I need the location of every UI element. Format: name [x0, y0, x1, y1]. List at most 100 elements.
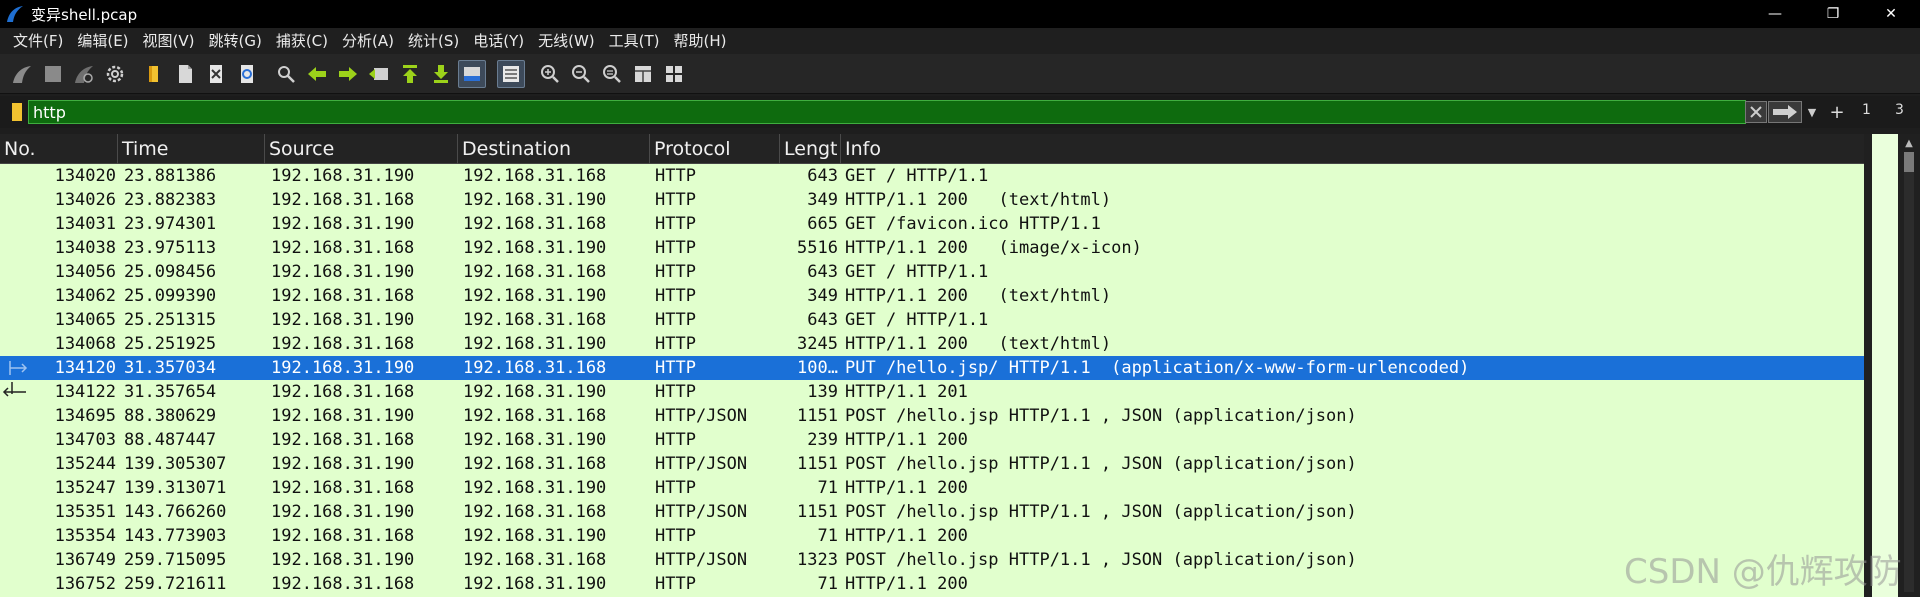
recent-filters-dropdown[interactable]: ▼	[1803, 101, 1821, 123]
restart-capture-button[interactable]	[70, 60, 98, 88]
minimize-button[interactable]: —	[1746, 0, 1804, 28]
menu-view[interactable]: 视图(V)	[136, 28, 202, 54]
zoom-in-button[interactable]	[536, 60, 564, 88]
menu-tools[interactable]: 工具(T)	[602, 28, 667, 54]
packet-row[interactable]: 134026 23.882383 192.168.31.168 192.168.…	[0, 188, 1864, 212]
packet-row[interactable]: 134031 23.974301 192.168.31.190 192.168.…	[0, 212, 1864, 236]
packet-list-scrollbar[interactable]: ▲	[1864, 134, 1920, 597]
cell-length: 139	[807, 382, 838, 402]
packet-row[interactable]: 135351 143.766260 192.168.31.190 192.168…	[0, 500, 1864, 524]
packet-row[interactable]: 135244 139.305307 192.168.31.190 192.168…	[0, 452, 1864, 476]
cell-time: 88.380629	[124, 406, 217, 426]
start-capture-button[interactable]	[8, 60, 36, 88]
bookmark-icon	[12, 103, 22, 121]
capture-options-button[interactable]	[101, 60, 129, 88]
packet-row[interactable]: 136752 259.721611 192.168.31.168 192.168…	[0, 572, 1864, 596]
packet-row-selected[interactable]: 134120 31.357034 192.168.31.190 192.168.…	[0, 356, 1864, 380]
add-filter-button-icon[interactable]: +	[1826, 99, 1848, 125]
resize-columns-button[interactable]	[629, 60, 657, 88]
go-back-button[interactable]	[303, 60, 331, 88]
clear-filter-button[interactable]	[1745, 101, 1767, 123]
zoom-out-button[interactable]	[567, 60, 595, 88]
cell-info: HTTP/1.1 200 (image/x-icon)	[845, 238, 1142, 258]
resize-columns-icon	[635, 65, 651, 82]
zoom-reset-button[interactable]	[598, 60, 626, 88]
cell-length: 5516	[797, 238, 838, 258]
packet-row[interactable]: 134065 25.251315 192.168.31.190 192.168.…	[0, 308, 1864, 332]
cell-destination: 192.168.31.168	[463, 214, 607, 234]
reload-file-button[interactable]	[233, 60, 261, 88]
column-header-protocol[interactable]: Protocol	[650, 134, 780, 164]
column-header-no[interactable]: No.	[0, 134, 118, 164]
filter-bookmark-button[interactable]	[6, 100, 28, 124]
packet-row[interactable]: 134020 23.881386 192.168.31.190 192.168.…	[0, 164, 1864, 188]
cell-protocol: HTTP	[655, 262, 696, 282]
menu-statistics[interactable]: 统计(S)	[401, 28, 466, 54]
cell-time: 143.766260	[124, 502, 227, 522]
cell-protocol: HTTP	[655, 310, 696, 330]
cell-no: 134120	[54, 358, 116, 378]
column-header-source[interactable]: Source	[265, 134, 458, 164]
menu-capture[interactable]: 捕获(C)	[269, 28, 335, 54]
search-icon	[278, 65, 295, 83]
menu-wireless[interactable]: 无线(W)	[531, 28, 602, 54]
column-header-length[interactable]: Lengt	[780, 134, 841, 164]
menu-analyze[interactable]: 分析(A)	[335, 28, 401, 54]
chevron-down-icon: ▼	[1807, 105, 1817, 119]
cell-protocol: HTTP	[655, 574, 696, 594]
packet-row[interactable]: 136749 259.715095 192.168.31.190 192.168…	[0, 548, 1864, 572]
cell-length: 665	[807, 214, 838, 234]
close-button[interactable]: ✕	[1862, 0, 1920, 28]
menu-help[interactable]: 帮助(H)	[667, 28, 734, 54]
go-last-packet-button[interactable]	[427, 60, 455, 88]
maximize-button[interactable]: ❐	[1804, 0, 1862, 28]
packet-row[interactable]: 134695 88.380629 192.168.31.190 192.168.…	[0, 404, 1864, 428]
packet-row[interactable]: 135247 139.313071 192.168.31.168 192.168…	[0, 476, 1864, 500]
scroll-up-icon[interactable]: ▲	[1901, 136, 1917, 150]
find-packet-button[interactable]	[272, 60, 300, 88]
apply-filter-button[interactable]	[1768, 101, 1802, 123]
go-to-packet-icon	[369, 67, 388, 80]
filter-button-1[interactable]: 1	[1862, 102, 1871, 118]
display-filter-input[interactable]	[28, 100, 1746, 124]
menu-telephony[interactable]: 电话(Y)	[466, 28, 531, 54]
packet-row[interactable]: 134122 31.357654 192.168.31.168 192.168.…	[0, 380, 1864, 404]
packet-row[interactable]: 134703 88.487447 192.168.31.168 192.168.…	[0, 428, 1864, 452]
packet-row[interactable]: 134062 25.099390 192.168.31.168 192.168.…	[0, 284, 1864, 308]
close-file-button[interactable]	[202, 60, 230, 88]
cell-time: 25.099390	[124, 286, 217, 306]
save-file-button[interactable]	[171, 60, 199, 88]
cell-no: 134031	[54, 214, 116, 234]
column-header-destination[interactable]: Destination	[458, 134, 650, 164]
shark-fin-icon	[13, 65, 31, 83]
cell-info: HTTP/1.1 200 (text/html)	[845, 334, 1112, 354]
filter-button-3[interactable]: 3	[1895, 102, 1904, 118]
cell-source: 192.168.31.168	[271, 238, 415, 258]
packet-row[interactable]: 135354 143.773903 192.168.31.168 192.168…	[0, 524, 1864, 548]
colorize-button[interactable]	[497, 59, 525, 88]
scroll-track[interactable]	[1904, 152, 1914, 592]
packet-minimap[interactable]	[1872, 134, 1898, 597]
menu-edit[interactable]: 编辑(E)	[70, 28, 135, 54]
layout-button[interactable]	[660, 60, 688, 88]
menu-go[interactable]: 跳转(G)	[202, 28, 269, 54]
packet-row[interactable]: 134056 25.098456 192.168.31.190 192.168.…	[0, 260, 1864, 284]
stop-capture-button[interactable]	[39, 60, 67, 88]
column-header-info[interactable]: Info	[841, 134, 1864, 164]
cell-destination: 192.168.31.168	[463, 502, 607, 522]
column-header-time[interactable]: Time	[118, 134, 265, 164]
cell-destination: 192.168.31.168	[463, 358, 607, 378]
open-file-button[interactable]	[140, 60, 168, 88]
autoscroll-button[interactable]	[458, 59, 486, 88]
go-forward-button[interactable]	[334, 60, 362, 88]
scroll-thumb[interactable]	[1904, 152, 1914, 172]
go-first-packet-button[interactable]	[396, 60, 424, 88]
packet-row[interactable]: 134068 25.251925 192.168.31.168 192.168.…	[0, 332, 1864, 356]
cell-destination: 192.168.31.190	[463, 574, 607, 594]
menu-file[interactable]: 文件(F)	[6, 28, 70, 54]
cell-length: 100…	[797, 358, 838, 378]
cell-time: 31.357034	[124, 358, 217, 378]
packet-row[interactable]: 134038 23.975113 192.168.31.168 192.168.…	[0, 236, 1864, 260]
restart-fin-icon	[75, 65, 93, 83]
go-to-packet-button[interactable]	[365, 60, 393, 88]
